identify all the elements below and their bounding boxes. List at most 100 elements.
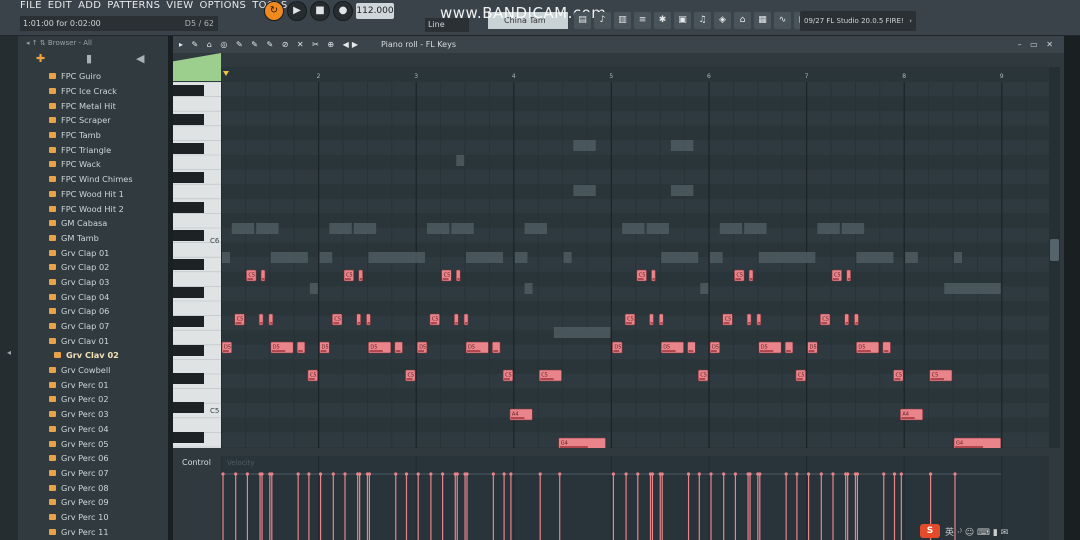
menu-item-add[interactable]: ADD bbox=[78, 0, 101, 13]
velocity-handle[interactable] bbox=[296, 472, 300, 476]
velocity-handle[interactable] bbox=[465, 472, 469, 476]
velocity-handle[interactable] bbox=[343, 472, 347, 476]
browser-item[interactable]: Grv Clap 03 bbox=[18, 275, 168, 290]
browser-item[interactable]: Grv Perc 04 bbox=[18, 422, 168, 437]
ime-logo-icon[interactable]: S bbox=[920, 524, 940, 538]
velocity-handle[interactable] bbox=[245, 472, 249, 476]
scroll-thumb[interactable] bbox=[1050, 239, 1059, 261]
browser-item[interactable]: GM Tamb bbox=[18, 231, 168, 246]
menu-item-patterns[interactable]: PATTERNS bbox=[107, 0, 160, 13]
velocity-handle[interactable] bbox=[416, 472, 420, 476]
velocity-handle[interactable] bbox=[844, 472, 848, 476]
channel-rack-icon[interactable]: ▥ bbox=[614, 12, 631, 29]
browser-item[interactable]: Grv Clap 06 bbox=[18, 304, 168, 319]
note-grid[interactable]: C5 C5 C5 C5 C5 C5 C5 C5 C5 C5 C5 C5 D5 D5 D5 D5 D5 D5 D5 D5… bbox=[221, 82, 1049, 448]
browser-arrows-icon[interactable]: ◂ ↑ ⇅ bbox=[26, 39, 48, 47]
velocity-handle[interactable] bbox=[258, 472, 262, 476]
black-key[interactable] bbox=[173, 432, 204, 443]
velocity-handle[interactable] bbox=[491, 472, 495, 476]
menu-item-edit[interactable]: EDIT bbox=[48, 0, 72, 13]
browser-item[interactable]: FPC Wood Hit 1 bbox=[18, 187, 168, 202]
browser-item[interactable]: FPC Wack bbox=[18, 157, 168, 172]
timeline-ruler[interactable]: 2 3 4 5 6 7 8 9 bbox=[221, 67, 1049, 82]
browser-item[interactable]: Grv Clap 01 bbox=[18, 245, 168, 260]
file-icon[interactable]: ▮ bbox=[86, 52, 92, 65]
velocity-handle[interactable] bbox=[367, 472, 371, 476]
black-key[interactable] bbox=[173, 114, 204, 125]
stop-button[interactable]: ■ bbox=[310, 1, 330, 21]
black-key[interactable] bbox=[173, 316, 204, 327]
browser-item[interactable]: FPC Tamb bbox=[18, 128, 168, 143]
browser-item[interactable]: Grv Clav 02 bbox=[18, 348, 168, 363]
velocity-handle[interactable] bbox=[453, 472, 457, 476]
mixer-icon[interactable]: ≡ bbox=[634, 12, 651, 29]
velocity-handle[interactable] bbox=[882, 472, 886, 476]
menu-item-file[interactable]: FILE bbox=[20, 0, 42, 13]
velocity-handle[interactable] bbox=[319, 472, 323, 476]
menu-item-view[interactable]: VIEW bbox=[166, 0, 193, 13]
chevron-right-icon[interactable]: › bbox=[909, 11, 912, 31]
browser-item[interactable]: FPC Triangle bbox=[18, 142, 168, 157]
browser-item[interactable]: Grv Perc 03 bbox=[18, 407, 168, 422]
black-key[interactable] bbox=[173, 143, 204, 154]
browser-item[interactable]: Grv Perc 09 bbox=[18, 495, 168, 510]
velocity-handle[interactable] bbox=[636, 472, 640, 476]
browser-item[interactable]: Grv Perc 01 bbox=[18, 377, 168, 392]
browser-icon[interactable]: ▣ bbox=[674, 12, 691, 29]
velocity-handle[interactable] bbox=[331, 472, 335, 476]
wave-icon[interactable]: ∿ bbox=[774, 12, 791, 29]
browser-item[interactable]: Grv Cowbell bbox=[18, 363, 168, 378]
performance-icon[interactable]: ◈ bbox=[714, 12, 731, 29]
plugin-icon[interactable]: ✱ bbox=[654, 12, 671, 29]
black-key[interactable] bbox=[173, 172, 204, 183]
browser-item[interactable]: Grv Perc 07 bbox=[18, 466, 168, 481]
velocity-handle[interactable] bbox=[441, 472, 445, 476]
browser-item[interactable]: FPC Wood Hit 2 bbox=[18, 201, 168, 216]
black-key[interactable] bbox=[173, 202, 204, 213]
black-key[interactable] bbox=[173, 85, 204, 96]
velocity-handle[interactable] bbox=[509, 472, 513, 476]
velocity-handle[interactable] bbox=[795, 472, 799, 476]
velocity-handle[interactable] bbox=[929, 472, 933, 476]
velocity-handle[interactable] bbox=[502, 472, 506, 476]
browser-item[interactable]: FPC Guiro bbox=[18, 69, 168, 84]
record-button[interactable]: ● bbox=[333, 1, 353, 21]
window-controls-icon[interactable]: – ▭ ✕ bbox=[1018, 36, 1056, 53]
black-key[interactable] bbox=[173, 230, 204, 241]
news-panel[interactable]: 09/27 FL Studio 20.0.5 FIRE! › bbox=[800, 11, 916, 31]
black-key[interactable] bbox=[173, 373, 204, 384]
browser-item[interactable]: FPC Wind Chimes bbox=[18, 172, 168, 187]
velocity-handle[interactable] bbox=[624, 472, 628, 476]
black-key[interactable] bbox=[173, 259, 204, 270]
velocity-handle[interactable] bbox=[270, 472, 274, 476]
plugin-database-icon[interactable]: ⌂ bbox=[734, 12, 751, 29]
snap-browser-icon[interactable]: ✚ bbox=[36, 52, 45, 65]
piano-roll-icon[interactable]: ♪ bbox=[594, 12, 611, 29]
velocity-handle[interactable] bbox=[356, 472, 360, 476]
velocity-handle[interactable] bbox=[686, 472, 691, 476]
velocity-handle[interactable] bbox=[746, 472, 750, 476]
browser-item[interactable]: Grv Clav 01 bbox=[18, 333, 168, 348]
browser-item[interactable]: FPC Ice Crack bbox=[18, 84, 168, 99]
velocity-handle[interactable] bbox=[558, 472, 562, 476]
velocity-handle[interactable] bbox=[758, 472, 762, 476]
velocity-handle[interactable] bbox=[307, 472, 311, 476]
midi-icon[interactable]: ▦ bbox=[754, 12, 771, 29]
browser-item[interactable]: GM Cabasa bbox=[18, 216, 168, 231]
pattern-song-toggle[interactable]: ↻ bbox=[264, 1, 284, 21]
velocity-handle[interactable] bbox=[648, 472, 653, 476]
menu-item-options[interactable]: OPTIONS bbox=[199, 0, 246, 13]
browser-item[interactable]: Grv Perc 02 bbox=[18, 392, 168, 407]
velocity-handle[interactable] bbox=[819, 472, 823, 476]
play-button[interactable]: ▶ bbox=[287, 1, 307, 21]
piano-keyboard[interactable]: C6 C5 bbox=[173, 82, 221, 448]
black-key[interactable] bbox=[173, 287, 204, 298]
velocity-handle[interactable] bbox=[953, 472, 957, 476]
black-key[interactable] bbox=[173, 345, 204, 356]
browser-item[interactable]: Grv Clap 04 bbox=[18, 289, 168, 304]
velocity-handle[interactable] bbox=[892, 472, 897, 476]
velocity-handle[interactable] bbox=[611, 472, 615, 476]
velocity-handle[interactable] bbox=[709, 472, 713, 476]
browser-item[interactable]: Grv Perc 11 bbox=[18, 524, 168, 539]
velocity-handle[interactable] bbox=[807, 472, 811, 476]
